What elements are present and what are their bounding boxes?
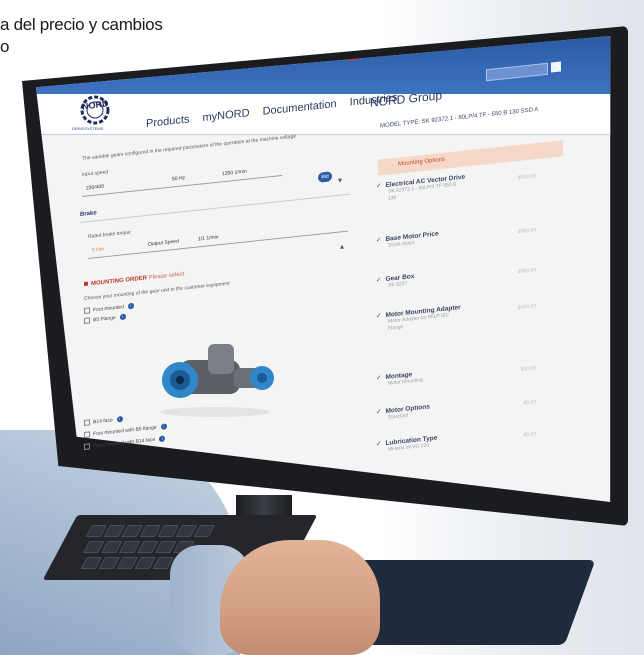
check-icon: ✓ bbox=[376, 182, 382, 190]
info-icon[interactable]: i bbox=[116, 415, 123, 423]
info-icon[interactable]: i bbox=[160, 423, 167, 430]
chevron-down-icon[interactable]: ▾ bbox=[338, 176, 342, 185]
check-icon: ✓ bbox=[376, 374, 382, 382]
caption-line-2: o bbox=[0, 37, 10, 56]
check-icon: ✓ bbox=[376, 440, 382, 448]
check-icon: ✓ bbox=[376, 236, 382, 244]
check-icon: ✓ bbox=[376, 276, 382, 284]
alert-dot-icon bbox=[84, 281, 88, 286]
search-button[interactable] bbox=[551, 61, 561, 73]
logo-subtitle: DRIVESYSTEMS bbox=[72, 126, 104, 131]
checkbox[interactable] bbox=[84, 307, 90, 314]
checkbox[interactable] bbox=[84, 317, 90, 324]
check-icon: ✓ bbox=[376, 408, 382, 416]
gear-motor-image bbox=[160, 344, 274, 417]
info-icon[interactable]: i bbox=[119, 313, 126, 321]
search-input[interactable] bbox=[486, 62, 548, 82]
checkbox[interactable] bbox=[84, 443, 90, 450]
info-icon[interactable]: i bbox=[127, 302, 134, 310]
caption-text: a del precio y cambios o bbox=[0, 14, 200, 58]
checkbox[interactable] bbox=[84, 431, 90, 438]
info-icon[interactable]: i bbox=[159, 435, 166, 443]
check-icon: ✓ bbox=[376, 312, 382, 320]
hand bbox=[220, 540, 380, 655]
chevron-up-icon[interactable]: ▴ bbox=[340, 242, 344, 251]
checkbox[interactable] bbox=[84, 419, 90, 426]
caption-line-1: a del precio y cambios bbox=[0, 15, 163, 34]
